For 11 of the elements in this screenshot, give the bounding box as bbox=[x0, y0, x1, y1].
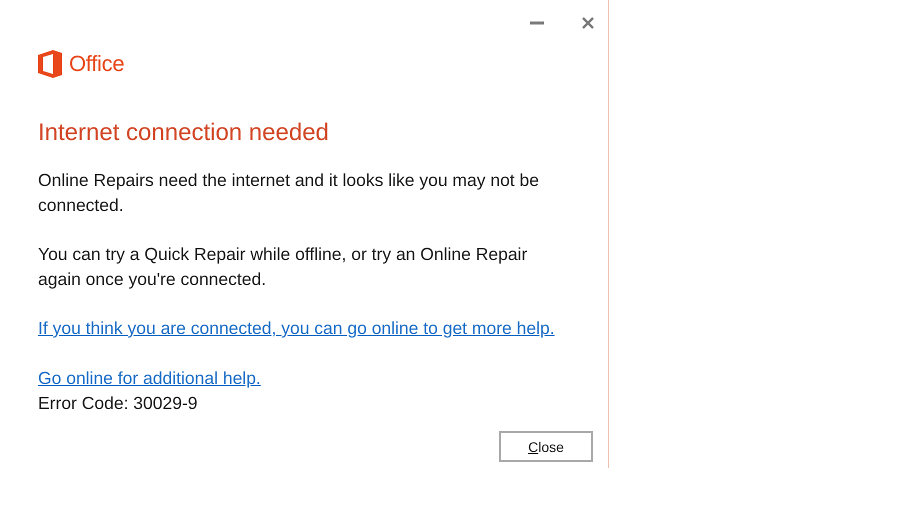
help-link[interactable]: If you think you are connected, you can go online to get more help. bbox=[38, 316, 555, 341]
message-text: Online Repairs need the internet and it looks like you may not be connected. bbox=[38, 169, 540, 217]
error-code: Error Code: 30029-9 bbox=[38, 392, 198, 415]
close-icon[interactable] bbox=[582, 17, 594, 29]
minimize-icon[interactable] bbox=[530, 21, 544, 25]
app-name: Office bbox=[69, 51, 124, 77]
close-button[interactable]: Close bbox=[499, 431, 593, 462]
office-logo-icon bbox=[38, 50, 62, 78]
help-link[interactable]: Go online for additional help. bbox=[38, 366, 261, 391]
message-text: You can try a Quick Repair while offline, or try an Online Repair again once you're connected. bbox=[38, 243, 528, 291]
dialog-title: Internet connection needed bbox=[38, 118, 329, 148]
